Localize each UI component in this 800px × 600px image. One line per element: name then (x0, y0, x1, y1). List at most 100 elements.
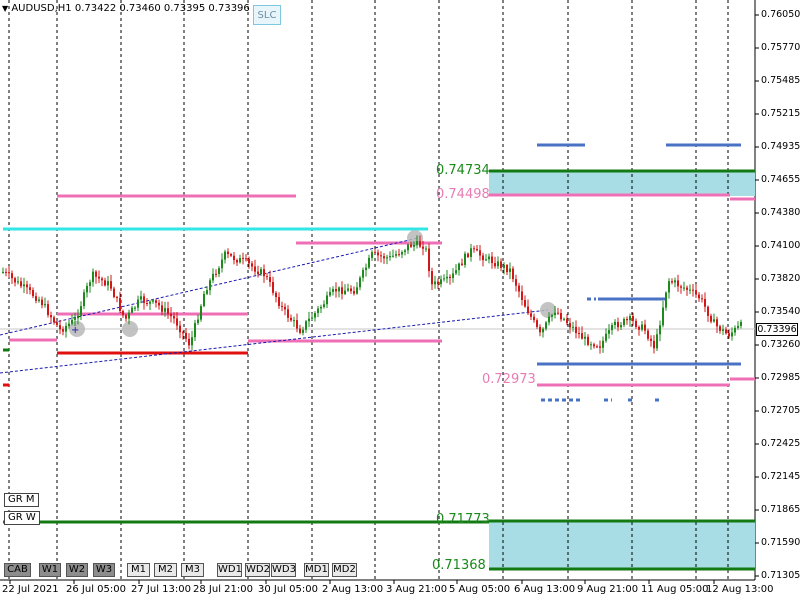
candle-body (425, 248, 427, 250)
gr-w-button[interactable]: GR W (4, 511, 40, 525)
candle-body (356, 287, 358, 294)
candle-body (209, 280, 211, 291)
price-chart[interactable]: + (0, 0, 800, 600)
candle-body (86, 285, 88, 293)
time-axis-label: 26 Jul 05:00 (66, 584, 126, 595)
level-label-green-lower: 0.71773 (436, 512, 490, 527)
candle-body (200, 306, 202, 320)
tf-button-w1[interactable]: W1 (39, 563, 61, 577)
tf-button-md1[interactable]: MD1 (304, 563, 329, 577)
cross-marker: + (71, 325, 79, 336)
candle-body (392, 255, 394, 257)
candle-body (419, 241, 421, 247)
candle-body (491, 256, 493, 264)
candle-body (557, 312, 559, 314)
time-axis-label: 12 Aug 13:00 (706, 584, 774, 595)
candle-body (131, 307, 133, 313)
candle-body (197, 319, 199, 324)
tf-button-m2[interactable]: M2 (154, 563, 177, 577)
candle-body (443, 278, 445, 280)
candle-body (431, 271, 433, 285)
candle-body (536, 320, 538, 327)
candle-body (299, 328, 301, 333)
price-axis-label: 0.72985 (761, 372, 800, 383)
tf-button-w3[interactable]: W3 (93, 563, 115, 577)
tf-button-m1[interactable]: M1 (127, 563, 150, 577)
candle-body (440, 279, 442, 285)
tf-button-wd1[interactable]: WD1 (217, 563, 242, 577)
candle-body (629, 316, 631, 321)
candle-body (380, 255, 382, 257)
candle-body (449, 276, 451, 278)
candle-body (347, 288, 349, 291)
candle-body (119, 297, 121, 311)
tf-button-wd2[interactable]: WD2 (245, 563, 270, 577)
candle-body (683, 287, 685, 289)
candle-body (494, 263, 496, 267)
tf-button-md2[interactable]: MD2 (332, 563, 357, 577)
candle-body (167, 308, 169, 314)
time-axis-label: 3 Aug 21:00 (386, 584, 448, 595)
candle-body (524, 300, 526, 307)
candle-body (422, 246, 424, 249)
candle-body (626, 318, 628, 321)
ohlc-values: 0.73422 0.73460 0.73395 0.73396 (74, 3, 250, 14)
tf-button-m3[interactable]: M3 (181, 563, 204, 577)
candle-body (152, 300, 154, 302)
candle-body (185, 332, 187, 339)
candle-body (182, 332, 184, 334)
tf-button-wd3[interactable]: WD3 (271, 563, 296, 577)
candle-body (707, 306, 709, 316)
candle-body (332, 289, 334, 292)
candle-body (242, 258, 244, 260)
candle-body (365, 267, 367, 270)
candle-body (551, 315, 553, 317)
candle-body (602, 340, 604, 348)
candle-body (662, 307, 664, 326)
candle-body (224, 251, 226, 260)
candle-body (38, 299, 40, 301)
candle-body (617, 321, 619, 328)
candle-body (587, 336, 589, 345)
gr-m-button[interactable]: GR M (4, 493, 39, 507)
level-label-green-top: 0.74734 (436, 163, 490, 178)
time-axis-label: 22 Jul 2021 (2, 584, 59, 595)
candle-body (503, 264, 505, 268)
candle-body (314, 313, 316, 318)
candle-body (98, 276, 100, 279)
candle-body (2, 271, 4, 273)
candle-body (476, 248, 478, 251)
candle-body (584, 336, 586, 339)
price-axis-label: 0.73540 (761, 306, 800, 317)
candle-body (593, 344, 595, 347)
level-label-pink-upper: 0.74498 (436, 187, 490, 202)
candle-body (254, 266, 256, 272)
time-axis-label: 6 Aug 13:00 (514, 584, 576, 595)
candle-body (698, 294, 700, 299)
candle-body (35, 296, 37, 301)
candle-body (632, 316, 634, 321)
candle-body (110, 281, 112, 289)
slc-button[interactable]: SLC (253, 5, 281, 25)
candle-body (62, 329, 64, 332)
candle-body (56, 322, 58, 326)
tf-button-w2[interactable]: W2 (66, 563, 88, 577)
time-axis-label: 28 Jul 21:00 (193, 584, 253, 595)
candle-body (89, 282, 91, 286)
price-axis-label: 0.76050 (761, 9, 800, 20)
candle-body (719, 326, 721, 331)
candle-body (371, 252, 373, 258)
candle-body (293, 320, 295, 322)
candle-body (686, 287, 688, 290)
candle-body (725, 329, 727, 334)
candle-body (149, 301, 151, 304)
candle-body (722, 329, 724, 331)
candle-body (29, 287, 31, 291)
triangle-down-icon[interactable]: ▼ (2, 4, 8, 13)
candle-body (368, 257, 370, 268)
candle-body (446, 276, 448, 279)
candle-body (125, 315, 127, 319)
tf-button-cab[interactable]: CAB (4, 563, 31, 577)
candle-body (713, 319, 715, 322)
candle-body (53, 317, 55, 323)
